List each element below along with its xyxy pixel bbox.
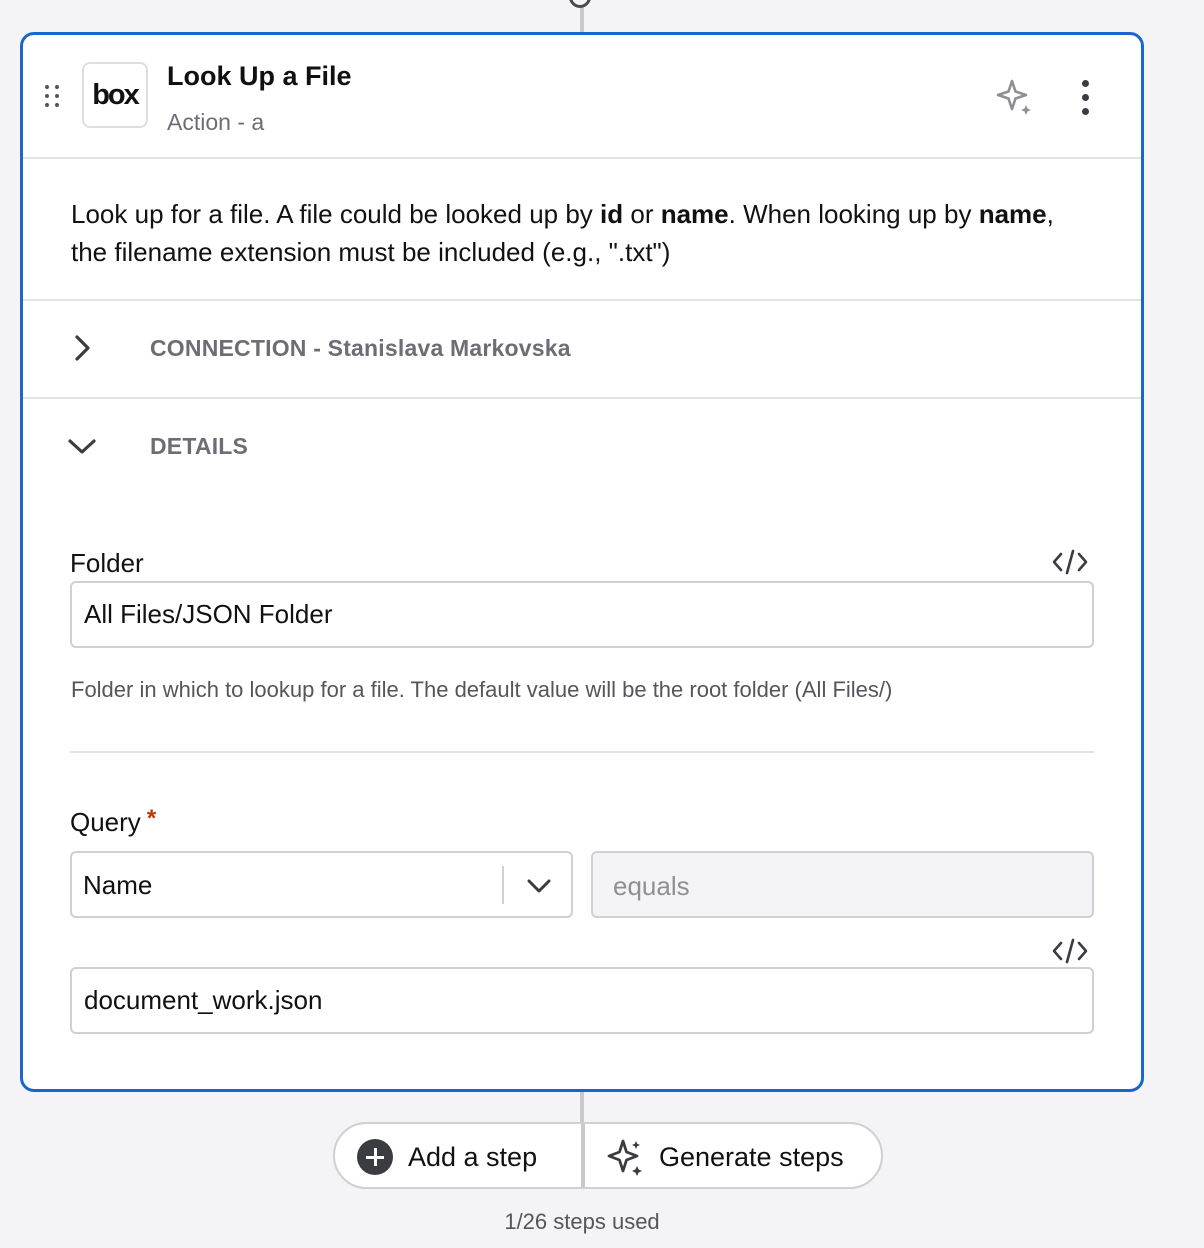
query-value-input[interactable] [70, 967, 1094, 1034]
query-field-select-value: Name [83, 870, 153, 900]
query-field-label: Query * [70, 805, 157, 838]
steps-used-counter: 1/26 steps used [504, 1209, 660, 1234]
ai-assist-button[interactable] [995, 77, 1035, 117]
step-actions-pill: Add a step Generate steps [333, 1122, 883, 1189]
select-separator [502, 866, 504, 904]
sparkle-icon [607, 1139, 642, 1176]
add-step-label: Add a step [408, 1142, 538, 1172]
description-text: Look up for a file. A file could be look… [71, 199, 601, 229]
description-text: or [623, 199, 661, 229]
field-divider [70, 751, 1094, 753]
chevron-right-icon [75, 335, 90, 361]
connection-section-toggle[interactable]: CONNECTION - Stanislava Markovska [23, 301, 1141, 399]
connection-section-label: CONNECTION - Stanislava Markovska [150, 335, 571, 361]
chevron-down-icon [68, 439, 96, 454]
code-toggle-icon[interactable] [1052, 549, 1088, 575]
folder-hint-text: Folder in which to lookup for a file. Th… [71, 677, 893, 702]
add-step-button[interactable]: Add a step [335, 1124, 585, 1187]
step-title: Look Up a File [167, 61, 352, 91]
query-operator-value: equals [613, 871, 690, 901]
chevron-down-icon [527, 879, 551, 893]
step-description: Look up for a file. A file could be look… [23, 159, 1141, 301]
details-section-label: DETAILS [150, 433, 249, 459]
query-operator-field: equals [591, 851, 1094, 918]
generate-steps-button[interactable]: Generate steps [585, 1124, 881, 1187]
more-vertical-icon [1081, 79, 1089, 87]
flow-node-dot [569, 0, 591, 8]
generate-steps-label: Generate steps [659, 1142, 844, 1172]
description-text: . When looking up by [728, 199, 979, 229]
more-options-button[interactable] [1067, 77, 1103, 117]
step-subtitle: Action - a [167, 109, 265, 135]
sparkle-icon [996, 79, 1031, 115]
box-app-logo: box [82, 62, 148, 128]
step-header: box Look Up a File Action - a [23, 35, 1141, 159]
plus-circle-icon [357, 1139, 393, 1175]
step-card: box Look Up a File Action - a Look up fo… [20, 32, 1144, 1092]
folder-field-label: Folder [70, 548, 144, 578]
drag-handle-icon[interactable] [45, 85, 61, 109]
folder-input[interactable] [70, 581, 1094, 648]
details-section-toggle[interactable]: DETAILS [23, 399, 1141, 495]
query-field-select[interactable]: Name [70, 851, 573, 918]
description-bold-id: id [600, 199, 624, 229]
description-bold-name: name [978, 199, 1047, 229]
required-indicator: * [146, 805, 157, 832]
code-toggle-icon[interactable] [1052, 938, 1088, 964]
query-label-text: Query [70, 807, 141, 837]
description-bold-name: name [660, 199, 729, 229]
